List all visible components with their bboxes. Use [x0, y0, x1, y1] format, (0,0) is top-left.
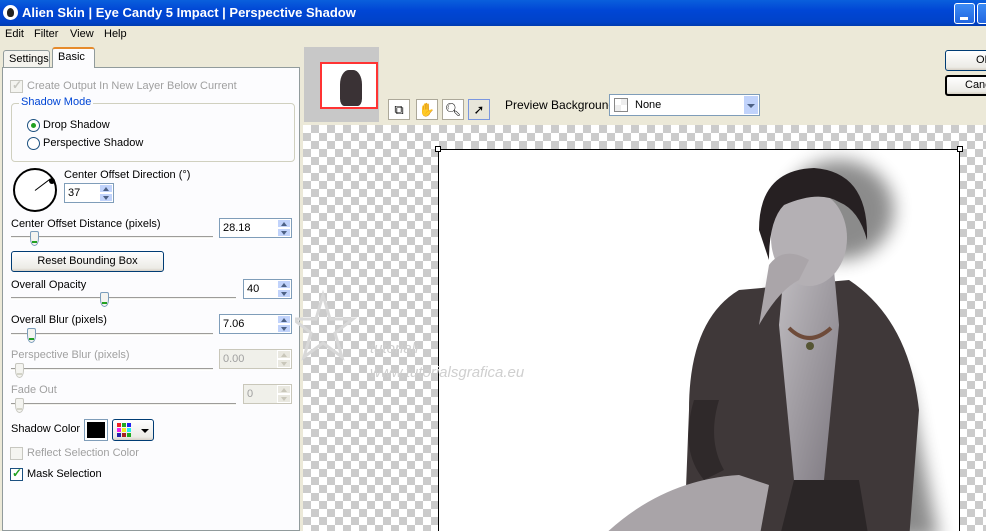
- minimize-button[interactable]: [954, 3, 975, 24]
- center-offset-distance-value[interactable]: 28.18: [223, 222, 251, 234]
- mask-selection-label: Mask Selection: [27, 468, 102, 480]
- mask-selection-checkbox[interactable]: ✓: [10, 466, 23, 481]
- cancel-button[interactable]: Cancel: [945, 75, 986, 96]
- overall-opacity-slider[interactable]: [100, 292, 109, 307]
- create-output-checkbox[interactable]: ✓: [10, 78, 23, 93]
- checker-icon: [614, 98, 628, 112]
- navigator-view-frame[interactable]: [320, 62, 378, 109]
- preview-background-label: Preview Background:: [505, 98, 619, 112]
- center-offset-distance-slider[interactable]: [30, 231, 39, 246]
- drop-shadow-label[interactable]: Drop Shadow: [43, 119, 110, 131]
- shadow-color-label: Shadow Color: [11, 423, 81, 435]
- center-offset-direction-value[interactable]: 37: [68, 187, 80, 199]
- reflect-selection-color-label: Reflect Selection Color: [27, 447, 139, 459]
- bounding-box[interactable]: [438, 149, 960, 531]
- fade-out-label: Fade Out: [11, 384, 57, 396]
- perspective-blur-value[interactable]: 0.00: [223, 353, 244, 365]
- perspective-blur-spinner[interactable]: 0.00: [219, 349, 292, 369]
- preview-background-value: None: [635, 99, 662, 111]
- menu-help[interactable]: Help: [104, 28, 127, 40]
- fade-out-track[interactable]: [11, 403, 236, 406]
- center-offset-direction-spinner[interactable]: 37: [64, 183, 114, 203]
- menu-view[interactable]: View: [70, 28, 94, 40]
- preview-image: [608, 160, 938, 531]
- fade-out-spinner[interactable]: 0: [243, 384, 292, 404]
- shadow-mode-label: Shadow Mode: [19, 96, 94, 108]
- center-offset-distance-track[interactable]: [11, 236, 213, 239]
- reflect-selection-color-checkbox[interactable]: [10, 447, 23, 460]
- center-offset-distance-spinner[interactable]: 28.18: [219, 218, 292, 238]
- window-title: Alien Skin | Eye Candy 5 Impact | Perspe…: [22, 5, 356, 20]
- menu-edit[interactable]: Edit: [5, 28, 24, 40]
- chevron-down-icon: [141, 429, 149, 433]
- overall-opacity-spinner[interactable]: 40: [243, 279, 292, 299]
- direction-dial[interactable]: [13, 168, 57, 212]
- palette-icon: [117, 423, 131, 437]
- overall-blur-value[interactable]: 7.06: [223, 318, 244, 330]
- preview-background-select[interactable]: None: [609, 94, 760, 116]
- fade-out-slider[interactable]: [15, 398, 24, 413]
- perspective-blur-label: Perspective Blur (pixels): [11, 349, 130, 361]
- overall-opacity-track[interactable]: [11, 297, 236, 300]
- preview-area: ⧉ ✋ 🔍︎ ➚ Preview Background: None: [303, 47, 986, 531]
- tab-basic[interactable]: Basic: [52, 47, 95, 68]
- bounding-box-handle-ne[interactable]: [957, 146, 963, 152]
- overall-opacity-value[interactable]: 40: [247, 283, 259, 295]
- ok-button[interactable]: OK: [945, 50, 986, 71]
- center-offset-direction-label: Center Offset Direction (°): [64, 169, 191, 181]
- perspective-blur-track[interactable]: [11, 368, 213, 371]
- preview-canvas[interactable]: [303, 125, 986, 531]
- chevron-down-icon[interactable]: [743, 95, 759, 115]
- navigator-icon[interactable]: ⧉: [388, 99, 410, 120]
- overall-opacity-label: Overall Opacity: [11, 279, 87, 291]
- drop-shadow-radio[interactable]: [27, 119, 40, 132]
- overall-blur-label: Overall Blur (pixels): [11, 314, 107, 326]
- color-palette-button[interactable]: [112, 419, 154, 441]
- create-output-label: Create Output In New Layer Below Current: [27, 80, 237, 92]
- perspective-shadow-label[interactable]: Perspective Shadow: [43, 137, 143, 149]
- pointer-icon[interactable]: ➚: [468, 99, 490, 120]
- navigator-thumbnail[interactable]: [304, 47, 379, 122]
- reset-bounding-box-button[interactable]: Reset Bounding Box: [11, 251, 164, 272]
- alien-skin-icon: [3, 5, 18, 20]
- perspective-blur-slider[interactable]: [15, 363, 24, 378]
- overall-blur-slider[interactable]: [27, 328, 36, 343]
- title-bar: Alien Skin | Eye Candy 5 Impact | Perspe…: [0, 0, 986, 26]
- zoom-icon[interactable]: 🔍︎: [442, 99, 464, 120]
- menu-bar: Edit Filter View Help: [0, 26, 986, 45]
- shadow-mode-group: [11, 103, 295, 162]
- center-offset-distance-label: Center Offset Distance (pixels): [11, 218, 161, 230]
- overall-blur-spinner[interactable]: 7.06: [219, 314, 292, 334]
- shadow-color-swatch[interactable]: [84, 419, 108, 441]
- perspective-shadow-radio[interactable]: [27, 137, 40, 150]
- maximize-button[interactable]: [977, 3, 986, 24]
- fade-out-value[interactable]: 0: [247, 388, 253, 400]
- menu-filter[interactable]: Filter: [34, 28, 58, 40]
- thumbnail-figure: [340, 70, 362, 106]
- tab-settings[interactable]: Settings: [3, 50, 50, 68]
- hand-icon[interactable]: ✋: [416, 99, 438, 120]
- bounding-box-handle-nw[interactable]: [435, 146, 441, 152]
- overall-blur-track[interactable]: [11, 333, 213, 336]
- basic-panel: ✓ Create Output In New Layer Below Curre…: [2, 67, 300, 531]
